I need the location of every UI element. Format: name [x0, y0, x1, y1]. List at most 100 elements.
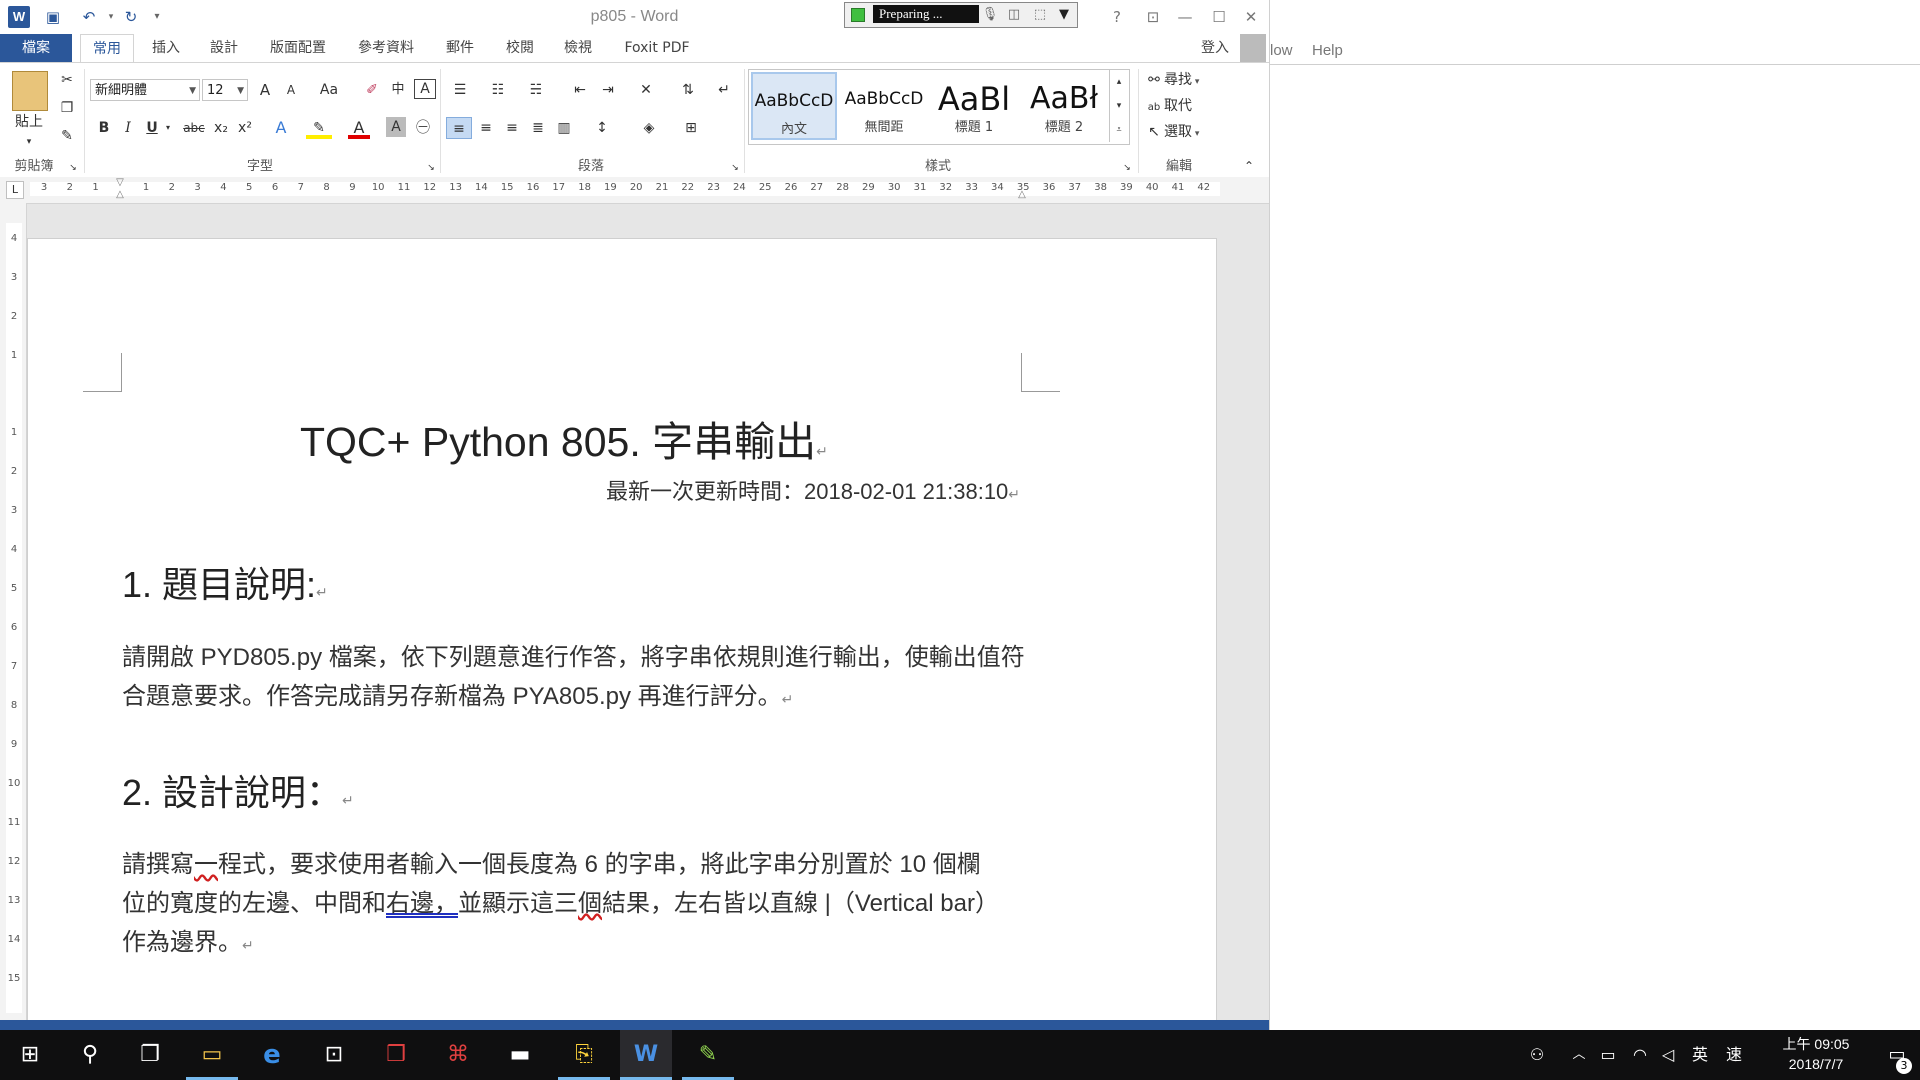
chevron-down-icon[interactable]: ▾ [1110, 94, 1128, 118]
python-icon[interactable]: ⎘ [558, 1030, 610, 1080]
shrink-font-icon[interactable]: A [280, 79, 302, 101]
recorder-menu-icon[interactable]: ▼ [1055, 5, 1073, 25]
menu-item-help[interactable]: Help [1312, 42, 1343, 59]
character-shading-icon[interactable]: A [386, 117, 406, 137]
sort-icon[interactable]: ⇅ [676, 79, 700, 101]
tab-mailings[interactable]: 郵件 [434, 34, 486, 62]
search-icon[interactable]: ⚲ [64, 1030, 116, 1080]
spelling-error[interactable]: 一 [194, 851, 218, 878]
menu-item-window[interactable]: low [1270, 42, 1293, 59]
user-avatar-icon[interactable] [1240, 34, 1266, 62]
ime-mode[interactable]: 速 [1722, 1030, 1746, 1080]
tab-references[interactable]: 參考資料 [348, 34, 424, 62]
subscript-button[interactable]: x₂ [210, 117, 232, 139]
text-effects-icon[interactable]: A [270, 117, 292, 139]
clock[interactable]: 上午 09:05 2018/7/7 [1756, 1034, 1876, 1074]
borders-icon[interactable]: ⊞ [674, 117, 708, 139]
right-indent-marker-icon[interactable]: △ [1016, 189, 1028, 201]
strikethrough-button[interactable]: abc [180, 117, 208, 139]
tab-selector[interactable]: L [6, 181, 24, 199]
store-icon[interactable]: ⊡ [308, 1030, 360, 1080]
grow-font-icon[interactable]: A [254, 79, 276, 101]
enclose-characters-icon[interactable]: ㊀ [412, 117, 434, 139]
chevron-up-icon[interactable]: ︿ [1568, 1030, 1590, 1080]
font-name-combo[interactable]: 新細明體 ▼ [90, 79, 200, 101]
paragraph-design[interactable]: 請撰寫一程式，要求使用者輸入一個長度為 6 的字串，將此字串分別置於 10 個欄… [122, 845, 992, 965]
underline-dropdown-icon[interactable]: ▾ [162, 117, 174, 139]
character-border-icon[interactable]: A [414, 79, 436, 99]
tab-layout[interactable]: 版面配置 [260, 34, 336, 62]
clipboard-launcher-icon[interactable]: ↘ [66, 157, 80, 179]
align-right-icon[interactable]: ≡ [500, 117, 524, 139]
battery-icon[interactable]: ▭ [1596, 1030, 1620, 1080]
style-no-spacing[interactable]: AaBbCcD 無間距 [841, 72, 927, 140]
tab-design[interactable]: 設計 [198, 34, 250, 62]
heading-1-task[interactable]: 1. 題目說明:↵ [122, 556, 328, 608]
italic-button[interactable]: I [118, 117, 138, 139]
grammar-error[interactable]: 右邊， [386, 890, 458, 917]
style-normal[interactable]: AaBbCcD 內文 [751, 72, 837, 140]
cut-icon[interactable]: ✂ [56, 69, 78, 91]
indent-marker-icon[interactable]: ▽ △ [114, 177, 126, 203]
bullets-icon[interactable]: ☰ [446, 79, 474, 101]
numbering-icon[interactable]: ☷ [484, 79, 512, 101]
font-color-icon[interactable]: A [348, 117, 370, 139]
volume-icon[interactable]: ◁ [1656, 1030, 1680, 1080]
region-icon[interactable]: ⬚ [1031, 5, 1049, 25]
document-updated[interactable]: 最新一次更新時間：2018-02-01 21:38:10↵ [606, 474, 1020, 506]
ribbon-display-button[interactable]: ⊡ [1138, 4, 1168, 30]
increase-indent-icon[interactable]: ⇥ [596, 79, 620, 101]
terminal-icon[interactable]: ▬ [494, 1030, 546, 1080]
microphone-icon[interactable]: 🎙 [981, 5, 999, 25]
sign-in-link[interactable]: 登入 [1201, 34, 1229, 62]
distributed-icon[interactable]: ▥ [552, 117, 576, 139]
find-button[interactable]: ⚯ 尋找 ▾ [1144, 69, 1234, 91]
maximize-button[interactable]: ☐ [1204, 4, 1234, 30]
acrobat-icon[interactable]: ⌘ [432, 1030, 484, 1080]
font-size-combo[interactable]: 12 ▼ [202, 79, 248, 101]
align-center-icon[interactable]: ≡ [474, 117, 498, 139]
wifi-icon[interactable]: ◠ [1628, 1030, 1652, 1080]
paste-dropdown-icon[interactable]: ▾ [8, 131, 50, 153]
record-indicator-icon[interactable] [851, 8, 865, 22]
tab-view[interactable]: 檢視 [552, 34, 604, 62]
tab-home[interactable]: 常用 [80, 34, 134, 63]
superscript-button[interactable]: x² [234, 117, 256, 139]
tab-file[interactable]: 檔案 [0, 34, 72, 62]
asian-layout-icon[interactable]: ✕ [630, 79, 662, 101]
clear-formatting-icon[interactable]: ✐ [362, 79, 382, 101]
phonetic-guide-icon[interactable]: 中 [386, 79, 410, 101]
show-marks-icon[interactable]: ↵ [712, 79, 736, 101]
copy-icon[interactable]: ❐ [56, 97, 78, 119]
notepadpp-icon[interactable]: ✎ [682, 1030, 734, 1080]
style-heading-2[interactable]: AaBł 標題 2 [1021, 72, 1107, 140]
close-button[interactable]: ✕ [1236, 4, 1266, 30]
font-launcher-icon[interactable]: ↘ [424, 157, 438, 179]
multilevel-list-icon[interactable]: ☵ [522, 79, 550, 101]
tab-foxit-pdf[interactable]: Foxit PDF [614, 34, 700, 62]
heading-2-design[interactable]: 2. 設計說明：↵ [122, 764, 354, 816]
file-explorer-icon[interactable]: ▭ [186, 1030, 238, 1080]
spelling-error[interactable]: 個 [578, 890, 602, 917]
select-button[interactable]: ↖ 選取 ▾ [1144, 121, 1234, 143]
edge-icon[interactable]: e [246, 1030, 298, 1080]
minimize-button[interactable]: — [1170, 4, 1200, 30]
paste-clipboard-icon[interactable] [12, 71, 48, 111]
highlight-icon[interactable]: ✎ [306, 117, 332, 139]
word-icon[interactable]: W [620, 1030, 672, 1080]
ime-language[interactable]: 英 [1688, 1030, 1712, 1080]
replace-button[interactable]: ab 取代 [1144, 95, 1234, 117]
collapse-ribbon-icon[interactable]: ⌃ [1240, 155, 1258, 177]
underline-button[interactable]: U [142, 117, 162, 139]
camera-off-icon[interactable]: ◫ [1005, 5, 1023, 25]
chevron-up-icon[interactable]: ▴ [1110, 70, 1128, 94]
decrease-indent-icon[interactable]: ⇤ [568, 79, 592, 101]
paragraph-launcher-icon[interactable]: ↘ [728, 157, 742, 179]
gift-icon[interactable]: ❒ [370, 1030, 422, 1080]
format-painter-icon[interactable]: ✎ [56, 125, 78, 147]
start-icon[interactable]: ⊞ [4, 1030, 56, 1080]
document-title[interactable]: TQC+ Python 805. 字串輸出↵ [300, 408, 828, 468]
task-view-icon[interactable]: ❐ [124, 1030, 176, 1080]
justify-icon[interactable]: ≣ [526, 117, 550, 139]
tab-review[interactable]: 校閱 [494, 34, 546, 62]
